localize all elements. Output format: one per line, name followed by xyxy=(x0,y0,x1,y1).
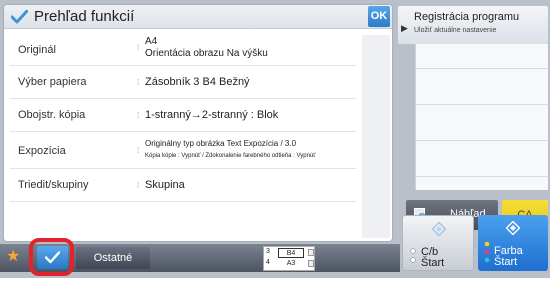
row-value: A4 xyxy=(145,36,158,47)
function-summary-panel: Prehľad funkcií OK Originál ⁞ A4 Orientá… xyxy=(4,5,392,241)
separator-dots: ⁞ xyxy=(137,181,140,190)
tray-level xyxy=(308,249,314,256)
row-label: Triedit/skupiny xyxy=(18,179,89,191)
row-value-detail: Orientácia obrazu Na výšku xyxy=(145,48,268,59)
row-value-detail: Kópia kópie : Vypnúť / Zdokonalenie fare… xyxy=(145,153,316,159)
separator-dots: ⁞ xyxy=(137,43,140,52)
color-dots-icon xyxy=(484,241,490,263)
settings-row-sort-group[interactable]: Triedit/skupiny ⁞ Skupina xyxy=(10,170,356,202)
status-dots-icon xyxy=(410,248,416,263)
program-registration-button[interactable]: ▶ Registrácia programu Uložiť aktuálne n… xyxy=(398,6,548,44)
copier-screen: Prehľad funkcií OK Originál ⁞ A4 Orientá… xyxy=(0,0,550,297)
star-icon[interactable]: ★ xyxy=(6,248,20,266)
highlight-ring xyxy=(29,238,74,276)
panel-title: Prehľad funkcií xyxy=(34,8,135,25)
tray-size: B4 xyxy=(278,248,304,258)
separator-dots: ⁞ xyxy=(137,78,140,87)
tray-number: 4 xyxy=(266,259,270,266)
list-divider xyxy=(416,176,549,177)
row-value: Zásobník 3 B4 Bežný xyxy=(145,76,250,88)
panel-header: Prehľad funkcií OK xyxy=(4,5,392,29)
start-diamond-icon xyxy=(432,222,446,236)
list-divider xyxy=(416,104,549,105)
list-divider xyxy=(416,140,549,141)
settings-list: Originál ⁞ A4 Orientácia obrazu Na výšku… xyxy=(10,34,356,238)
tray-number: 3 xyxy=(266,248,270,255)
scrollbar-track[interactable] xyxy=(362,35,390,238)
color-start-label-2: Štart xyxy=(494,256,518,268)
program-list[interactable] xyxy=(415,44,549,190)
row-label: Výber papiera xyxy=(18,76,87,88)
arrow-right-icon: ▶ xyxy=(401,23,408,33)
row-label: Obojstr. kópia xyxy=(18,109,86,121)
check-icon xyxy=(11,10,28,24)
color-start-button[interactable]: Farba Štart xyxy=(478,215,548,271)
tray-size: A3 xyxy=(286,260,296,267)
bw-start-button[interactable]: C/b Štart xyxy=(402,215,474,271)
settings-row-original[interactable]: Originál ⁞ A4 Orientácia obrazu Na výšku xyxy=(10,34,356,66)
bw-start-label-2: Štart xyxy=(421,257,445,269)
settings-row-paper-select[interactable]: Výber papiera ⁞ Zásobník 3 B4 Bežný xyxy=(10,67,356,99)
row-label: Expozícia xyxy=(18,145,66,157)
ok-button[interactable]: OK xyxy=(368,6,390,27)
list-divider xyxy=(416,68,549,69)
row-label: Originál xyxy=(18,44,56,56)
registration-subtitle: Uložiť aktuálne nastavenie xyxy=(414,27,497,34)
settings-row-exposure[interactable]: Expozícia ⁞ Originálny typ obrázka Text … xyxy=(10,133,356,169)
registration-title: Registrácia programu xyxy=(414,11,520,23)
row-value: 1-stranný→2-stranný : Blok xyxy=(145,109,279,121)
start-diamond-icon xyxy=(506,221,520,235)
others-button[interactable]: Ostatné xyxy=(76,247,150,269)
settings-row-duplex[interactable]: Obojstr. kópia ⁞ 1-stranný→2-stranný : B… xyxy=(10,100,356,132)
separator-dots: ⁞ xyxy=(137,111,140,120)
row-value: Skupina xyxy=(145,179,185,191)
separator-dots: ⁞ xyxy=(137,146,140,155)
row-value: Originálny typ obrázka Text Expozícia / … xyxy=(145,139,297,148)
paper-tray-status[interactable]: 3 B4 4 A3 xyxy=(263,246,315,271)
tray-level xyxy=(308,260,314,267)
